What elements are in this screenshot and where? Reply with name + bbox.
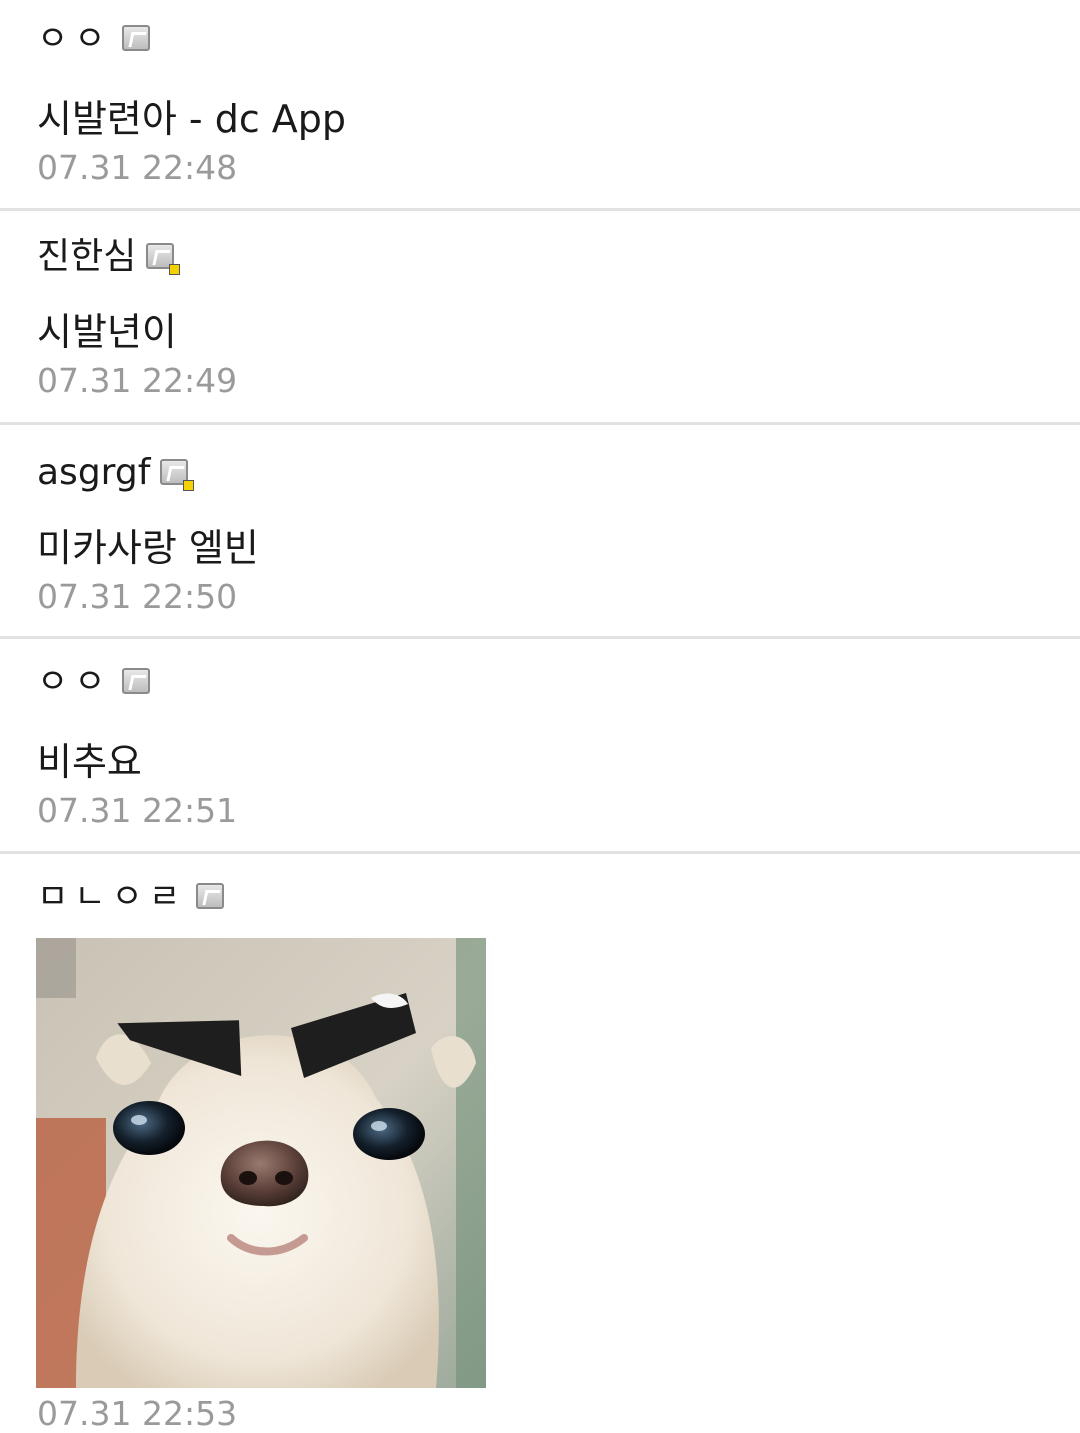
gonick-icon xyxy=(196,883,226,911)
comment-item: asgrgf 미카사랑 엘빈 07.31 22:50 xyxy=(0,425,1080,639)
comment-text: 시발년이 xyxy=(37,310,177,354)
comment-date: 07.31 22:51 xyxy=(37,791,238,830)
nickname[interactable]: ㅇㅇ xyxy=(37,22,112,56)
gonick-icon xyxy=(121,25,152,53)
comment-author[interactable]: ㅁㄴㅇㄹ xyxy=(37,880,226,914)
comment-text: 미카사랑 엘빈 xyxy=(37,526,259,570)
gonick-icon-yellow xyxy=(160,459,195,491)
comment-author[interactable]: asgrgf xyxy=(37,455,195,491)
comment-date: 07.31 22:53 xyxy=(37,1394,238,1433)
comment-date: 07.31 22:49 xyxy=(37,361,238,400)
comment-item: ㅁㄴㅇㄹ 07.31 22:53 xyxy=(0,854,1080,1433)
comment-author[interactable]: ㅇㅇ xyxy=(37,22,152,56)
comment-author[interactable]: ㅇㅇ xyxy=(37,665,152,699)
nickname[interactable]: ㅁㄴㅇㄹ xyxy=(37,880,186,914)
comment-author[interactable]: 진한심 xyxy=(37,239,181,275)
comment-item: ㅇㅇ 비추요 07.31 22:51 xyxy=(0,639,1080,854)
comment-date: 07.31 22:48 xyxy=(37,148,238,187)
comment-date: 07.31 22:50 xyxy=(37,577,238,616)
gonick-icon-yellow xyxy=(146,243,181,275)
comment-text: 시발련아 - dc App xyxy=(37,97,347,141)
nickname[interactable]: asgrgf xyxy=(37,455,150,491)
comment-image-chihuahua[interactable] xyxy=(36,938,486,1388)
gonick-icon xyxy=(121,668,152,696)
comment-item: 진한심 시발년이 07.31 22:49 xyxy=(0,211,1080,425)
comment-text: 비추요 xyxy=(37,740,142,784)
nickname[interactable]: 진한심 xyxy=(37,239,136,275)
nickname[interactable]: ㅇㅇ xyxy=(37,665,112,699)
comment-item: ㅇㅇ 시발련아 - dc App 07.31 22:48 xyxy=(0,0,1080,211)
